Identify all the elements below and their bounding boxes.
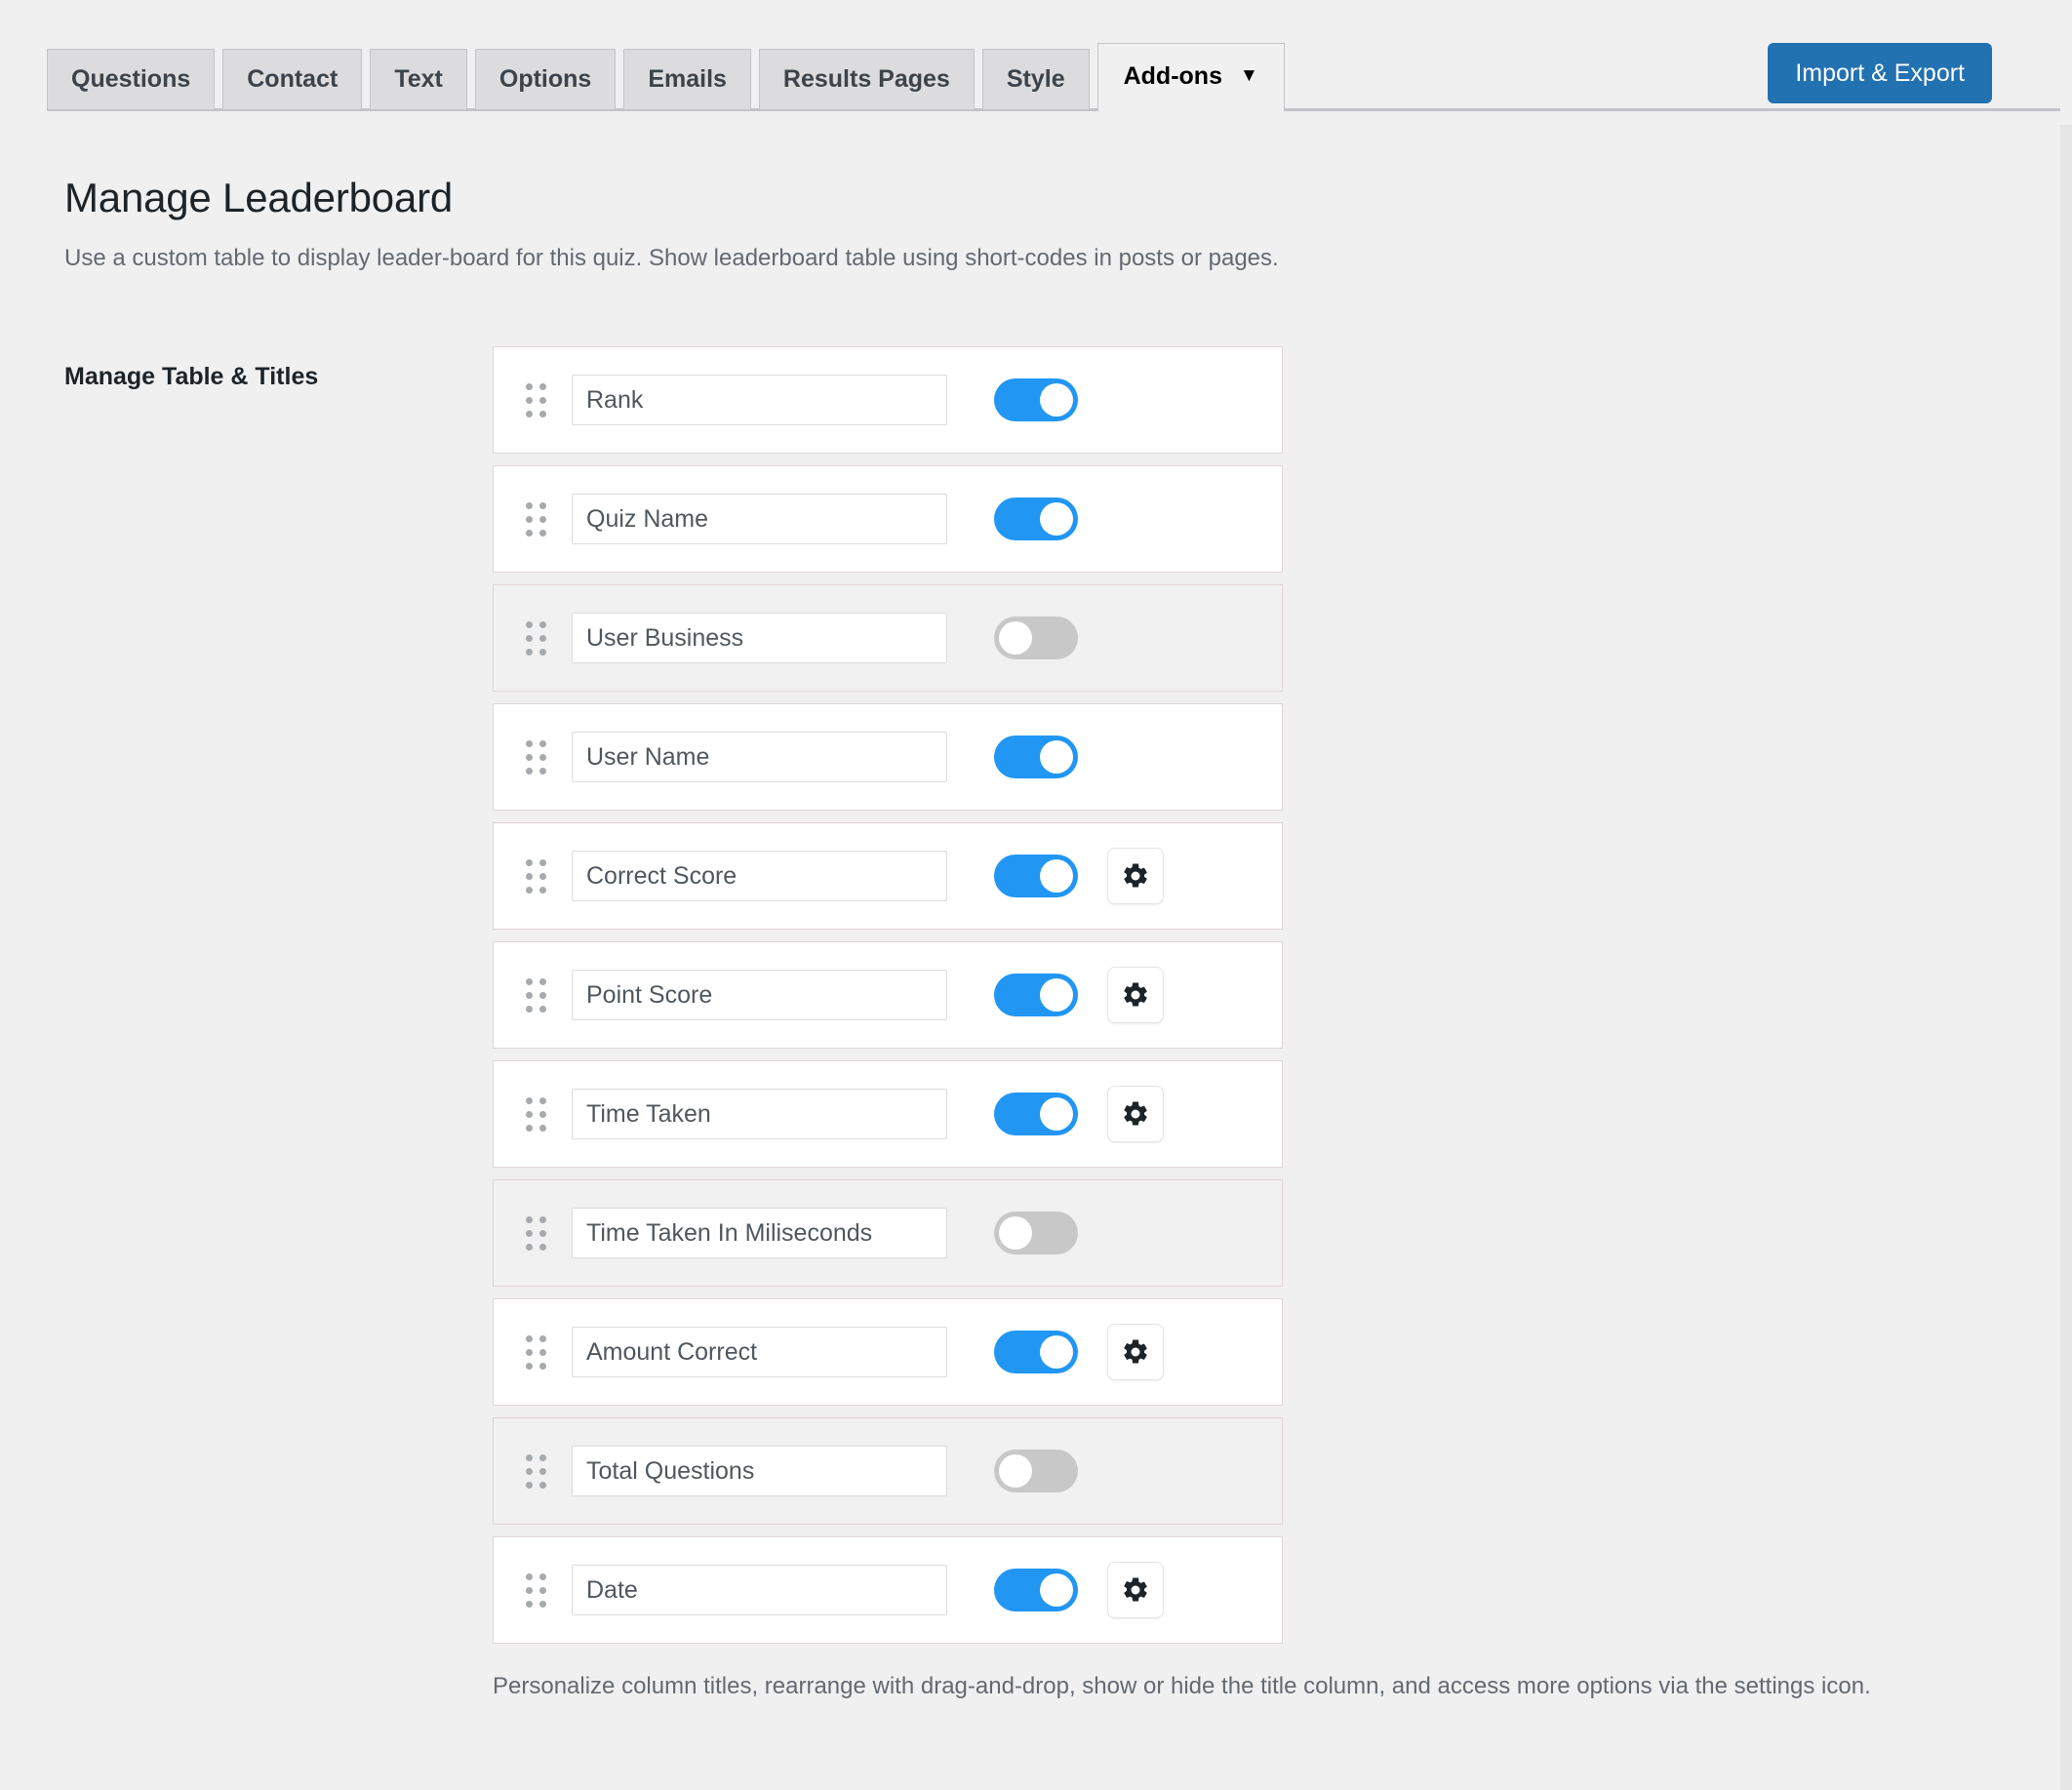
tab-options[interactable]: Options (474, 49, 617, 109)
tab-label: Contact (247, 65, 339, 93)
page-title: Manage Leaderboard (64, 175, 454, 220)
column-visibility-toggle[interactable] (994, 855, 1078, 897)
leaderboard-column-row (493, 346, 1283, 454)
drag-handle-icon[interactable] (523, 1450, 548, 1492)
drag-handle-icon[interactable] (523, 378, 548, 421)
gear-icon (1124, 1101, 1147, 1126)
toggle-knob (1040, 1335, 1073, 1369)
leaderboard-column-row (493, 1536, 1283, 1644)
column-settings-button[interactable] (1107, 967, 1164, 1023)
drag-handle-icon[interactable] (523, 1093, 548, 1135)
tab-label: Emails (648, 65, 727, 93)
leaderboard-column-row (493, 584, 1283, 692)
leaderboard-column-row (493, 941, 1283, 1049)
manage-table-titles-label: Manage Table & Titles (64, 363, 319, 390)
gear-icon (1124, 982, 1147, 1007)
tab-label: Text (394, 65, 443, 93)
tab-label: Questions (71, 65, 191, 93)
footer-help-text: Personalize column titles, rearrange wit… (493, 1673, 1871, 1699)
column-title-input[interactable] (572, 494, 947, 544)
column-title-input[interactable] (572, 375, 947, 425)
column-title-input[interactable] (572, 613, 947, 663)
tab-style[interactable]: Style (981, 49, 1090, 109)
column-visibility-toggle[interactable] (994, 378, 1078, 421)
column-visibility-toggle[interactable] (994, 1212, 1078, 1254)
toggle-knob (1040, 740, 1073, 774)
tab-strip: Questions Contact Text Options Emails Results… (47, 43, 1285, 112)
toggle-knob (1040, 1573, 1073, 1607)
toggle-knob (1040, 383, 1073, 417)
column-title-input[interactable] (572, 1089, 947, 1139)
column-settings-button[interactable] (1107, 848, 1164, 904)
toggle-knob (1040, 1097, 1073, 1131)
leaderboard-column-row (493, 1060, 1283, 1168)
column-title-input[interactable] (572, 1327, 947, 1377)
column-visibility-toggle[interactable] (994, 617, 1078, 659)
gear-icon (1124, 1577, 1147, 1602)
drag-handle-icon[interactable] (523, 974, 548, 1016)
toggle-knob (999, 621, 1032, 655)
page-description: Use a custom table to display leader-boa… (64, 245, 1279, 271)
drag-handle-icon[interactable] (523, 736, 548, 778)
toggle-knob (1040, 502, 1073, 536)
column-visibility-toggle[interactable] (994, 974, 1078, 1016)
tab-contact[interactable]: Contact (222, 49, 363, 109)
gear-icon (1124, 1339, 1147, 1364)
toggle-knob (1040, 978, 1073, 1012)
tab-label: Style (1006, 65, 1065, 93)
import-export-button[interactable]: Import & Export (1768, 43, 1992, 103)
page-edge-strip (2060, 0, 2072, 1790)
tab-add-ons[interactable]: Add-ons ▼ (1096, 43, 1285, 112)
leaderboard-column-row (493, 1417, 1283, 1525)
leaderboard-column-list (493, 346, 1283, 1655)
column-visibility-toggle[interactable] (994, 1331, 1078, 1373)
gear-icon (1124, 863, 1147, 888)
column-visibility-toggle[interactable] (994, 1093, 1078, 1135)
tab-label: Options (498, 65, 592, 93)
toggle-knob (999, 1454, 1032, 1488)
tab-text[interactable]: Text (370, 49, 467, 109)
drag-handle-icon[interactable] (523, 1569, 548, 1611)
column-settings-button[interactable] (1107, 1324, 1164, 1380)
column-title-input[interactable] (572, 732, 947, 782)
column-title-input[interactable] (572, 970, 947, 1020)
drag-handle-icon[interactable] (523, 1212, 548, 1254)
tab-emails[interactable]: Emails (623, 49, 751, 109)
column-title-input[interactable] (572, 851, 947, 901)
toggle-knob (1040, 859, 1073, 893)
column-title-input[interactable] (572, 1565, 947, 1615)
column-title-input[interactable] (572, 1208, 947, 1258)
tab-questions[interactable]: Questions (47, 49, 216, 109)
tab-label: Results Pages (782, 65, 950, 93)
column-visibility-toggle[interactable] (994, 497, 1078, 540)
drag-handle-icon[interactable] (523, 617, 548, 659)
column-settings-button[interactable] (1107, 1086, 1164, 1142)
column-settings-button[interactable] (1107, 1562, 1164, 1618)
column-title-input[interactable] (572, 1446, 947, 1496)
drag-handle-icon[interactable] (523, 1331, 548, 1373)
leaderboard-column-row (493, 1298, 1283, 1406)
drag-handle-icon[interactable] (523, 855, 548, 897)
chevron-down-icon: ▼ (1239, 65, 1258, 86)
drag-handle-icon[interactable] (523, 497, 548, 540)
tab-results-pages[interactable]: Results Pages (758, 49, 975, 109)
column-visibility-toggle[interactable] (994, 1569, 1078, 1611)
leaderboard-column-row (493, 703, 1283, 811)
tab-bar: Questions Contact Text Options Emails Results… (0, 0, 2072, 125)
tab-label: Add-ons (1123, 62, 1222, 90)
column-visibility-toggle[interactable] (994, 1450, 1078, 1492)
leaderboard-column-row (493, 465, 1283, 573)
leaderboard-column-row (493, 822, 1283, 930)
column-visibility-toggle[interactable] (994, 736, 1078, 778)
leaderboard-column-row (493, 1179, 1283, 1287)
toggle-knob (999, 1216, 1032, 1250)
